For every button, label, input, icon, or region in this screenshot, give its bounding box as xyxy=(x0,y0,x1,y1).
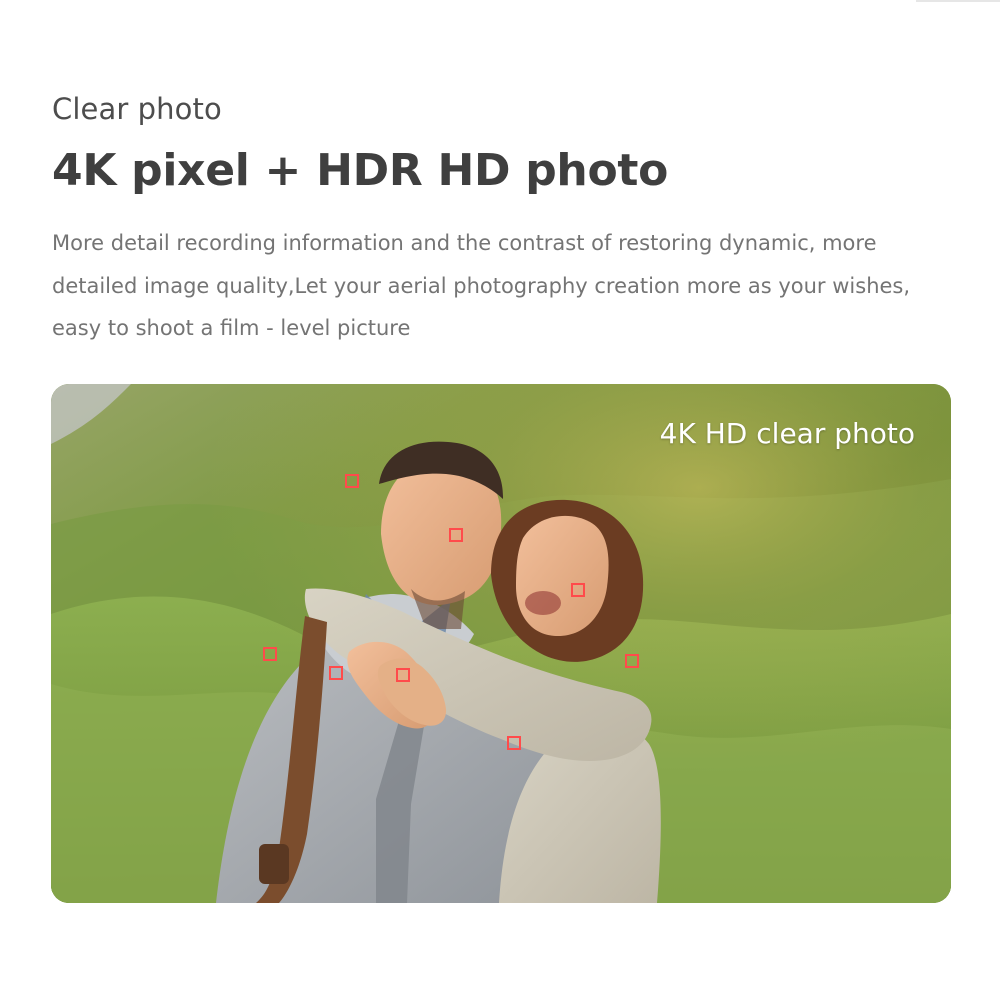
focus-marker xyxy=(625,654,639,668)
focus-marker xyxy=(507,736,521,750)
focus-marker xyxy=(571,583,585,597)
focus-marker xyxy=(345,474,359,488)
focus-marker xyxy=(329,666,343,680)
focus-marker xyxy=(449,528,463,542)
focus-marker xyxy=(263,647,277,661)
photo-caption: 4K HD clear photo xyxy=(659,417,915,450)
sample-photo-image xyxy=(51,384,951,903)
section-headline: 4K pixel + HDR HD photo xyxy=(52,145,669,196)
top-divider-line xyxy=(916,0,1000,2)
feature-description: More detail recording information and th… xyxy=(52,222,982,350)
focus-marker xyxy=(396,668,410,682)
description-line: More detail recording information and th… xyxy=(52,231,877,255)
section-subtitle: Clear photo xyxy=(52,92,222,126)
feature-page: Clear photo 4K pixel + HDR HD photo More… xyxy=(0,0,1000,1000)
description-line: detailed image quality,Let your aerial p… xyxy=(52,273,911,298)
sample-photo-card: 4K HD clear photo xyxy=(51,384,951,903)
description-line: easy to shoot a film - level picture xyxy=(52,316,411,340)
